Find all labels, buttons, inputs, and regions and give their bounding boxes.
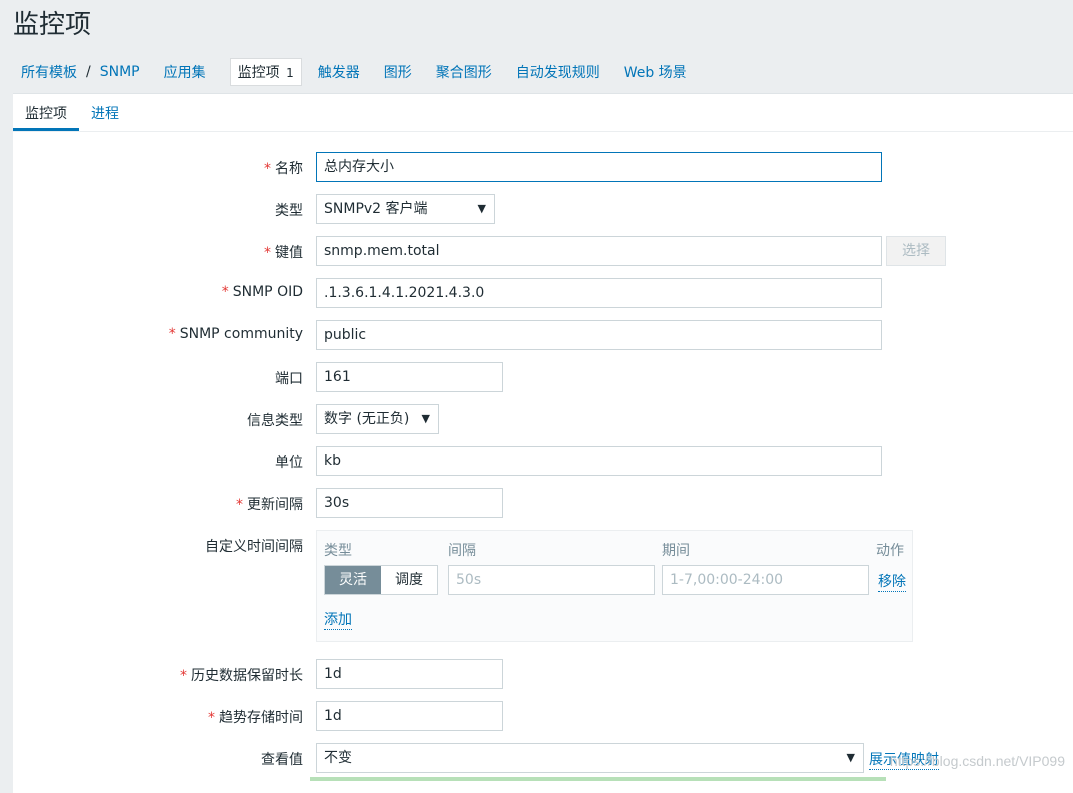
flexible-option[interactable]: 灵活	[325, 566, 381, 594]
custom-interval-input[interactable]: 50s	[448, 565, 655, 595]
watermark-text: https://blog.csdn.net/VIP099	[890, 753, 1065, 769]
tab-item[interactable]: 监控项	[13, 103, 79, 131]
col-action-header: 动作	[876, 540, 904, 560]
trends-input[interactable]: 1d	[316, 701, 503, 731]
page-title: 监控项	[13, 4, 91, 41]
port-row: 端口 161	[13, 362, 1073, 392]
history-label: *历史数据保留时长	[180, 665, 303, 685]
info-type-select[interactable]: 数字 (无正负) ▼	[316, 404, 439, 434]
key-label: *键值	[264, 242, 303, 262]
units-row: 单位 kb	[13, 446, 1073, 476]
update-interval-label-text: 更新间隔	[247, 497, 303, 513]
item-form-panel: 监控项 进程 *名称 总内存大小 类型 SNMPv2 客户端▼ *键值 snmp…	[13, 93, 1073, 793]
trends-label: *趋势存储时间	[208, 707, 303, 727]
dropdown-arrow-icon: ▼	[478, 195, 486, 223]
required-marker: *	[236, 497, 243, 513]
name-row: *名称 总内存大小	[13, 152, 1073, 182]
nav-items-label: 监控项	[238, 65, 280, 81]
required-marker: *	[264, 245, 271, 261]
col-type-header: 类型	[324, 540, 352, 560]
snmp-oid-input[interactable]: .1.3.6.1.4.1.2021.4.3.0	[316, 278, 882, 308]
update-interval-input[interactable]: 30s	[316, 488, 503, 518]
required-marker: *	[222, 284, 229, 300]
nav-items-count: 1	[286, 66, 294, 80]
update-interval-row: *更新间隔 30s	[13, 488, 1073, 518]
info-type-row: 信息类型 数字 (无正负) ▼	[13, 404, 1073, 434]
col-interval-header: 间隔	[448, 540, 476, 560]
nav-items-tab[interactable]: 监控项 1	[230, 58, 302, 86]
name-label-text: 名称	[275, 161, 303, 177]
add-interval-link[interactable]: 添加	[324, 609, 352, 630]
snmp-oid-label-text: SNMP OID	[233, 284, 303, 300]
dropdown-arrow-icon: ▼	[847, 744, 855, 772]
nav-screens-link[interactable]: 聚合图形	[436, 62, 492, 82]
breadcrumb: 所有模板 / SNMP 应用集 监控项 1 触发器 图形 聚合图形 自动发现规则…	[13, 56, 711, 88]
breadcrumb-separator: /	[86, 64, 91, 80]
col-period-header: 期间	[662, 540, 690, 560]
history-row: *历史数据保留时长 1d	[13, 659, 1073, 689]
snmp-community-label-text: SNMP community	[180, 326, 303, 342]
name-input[interactable]: 总内存大小	[316, 152, 882, 182]
custom-intervals-row: 自定义时间间隔 类型 间隔 期间 动作 灵活 调度 50s 1-7,00:00-…	[13, 530, 1073, 642]
port-input[interactable]: 161	[316, 362, 503, 392]
snmp-community-input[interactable]: public	[316, 320, 882, 350]
type-label: 类型	[275, 200, 303, 220]
name-label: *名称	[264, 158, 303, 178]
units-label: 单位	[275, 452, 303, 472]
nav-graphs-link[interactable]: 图形	[384, 62, 412, 82]
type-row: 类型 SNMPv2 客户端 ▼	[13, 194, 1073, 224]
custom-intervals-label: 自定义时间间隔	[205, 536, 303, 556]
breadcrumb-all-templates-link[interactable]: 所有模板	[13, 62, 77, 82]
form-tabs: 监控项 进程	[13, 94, 1073, 132]
required-marker: *	[208, 710, 215, 726]
tab-process[interactable]: 进程	[79, 103, 131, 131]
show-value-label: 查看值	[261, 749, 303, 769]
type-select[interactable]: SNMPv2 客户端 ▼	[316, 194, 495, 224]
trends-label-text: 趋势存储时间	[219, 710, 303, 726]
remove-interval-link[interactable]: 移除	[878, 571, 906, 592]
show-value-select-value: 不变	[324, 750, 352, 766]
snmp-oid-label: *SNMP OID	[222, 284, 303, 300]
history-input[interactable]: 1d	[316, 659, 503, 689]
next-field-edge	[310, 777, 886, 781]
custom-period-input[interactable]: 1-7,00:00-24:00	[662, 565, 869, 595]
update-interval-label: *更新间隔	[236, 494, 303, 514]
nav-applications-link[interactable]: 应用集	[164, 62, 206, 82]
snmp-community-label: *SNMP community	[169, 326, 303, 342]
trends-row: *趋势存储时间 1d	[13, 701, 1073, 731]
snmp-community-row: *SNMP community public	[13, 320, 1073, 350]
breadcrumb-template-link[interactable]: SNMP	[100, 64, 140, 80]
info-type-select-value: 数字 (无正负)	[324, 411, 409, 427]
custom-intervals-table: 类型 间隔 期间 动作 灵活 调度 50s 1-7,00:00-24:00 移除…	[316, 530, 913, 642]
nav-discovery-link[interactable]: 自动发现规则	[516, 62, 600, 82]
type-select-value: SNMPv2 客户端	[324, 201, 428, 217]
required-marker: *	[169, 326, 176, 342]
history-label-text: 历史数据保留时长	[191, 668, 303, 684]
key-label-text: 键值	[275, 245, 303, 261]
dropdown-arrow-icon: ▼	[422, 405, 430, 433]
nav-triggers-link[interactable]: 触发器	[318, 62, 360, 82]
interval-type-toggle: 灵活 调度	[324, 565, 438, 595]
scheduling-option[interactable]: 调度	[381, 566, 437, 594]
show-value-select[interactable]: 不变 ▼	[316, 743, 864, 773]
key-input[interactable]: snmp.mem.total	[316, 236, 882, 266]
required-marker: *	[180, 668, 187, 684]
required-marker: *	[264, 161, 271, 177]
units-input[interactable]: kb	[316, 446, 882, 476]
key-select-button[interactable]: 选择	[886, 236, 946, 266]
port-label: 端口	[275, 368, 303, 388]
key-row: *键值 snmp.mem.total 选择	[13, 236, 1073, 266]
nav-web-link[interactable]: Web 场景	[624, 62, 687, 82]
snmp-oid-row: *SNMP OID .1.3.6.1.4.1.2021.4.3.0	[13, 278, 1073, 308]
info-type-label: 信息类型	[247, 410, 303, 430]
